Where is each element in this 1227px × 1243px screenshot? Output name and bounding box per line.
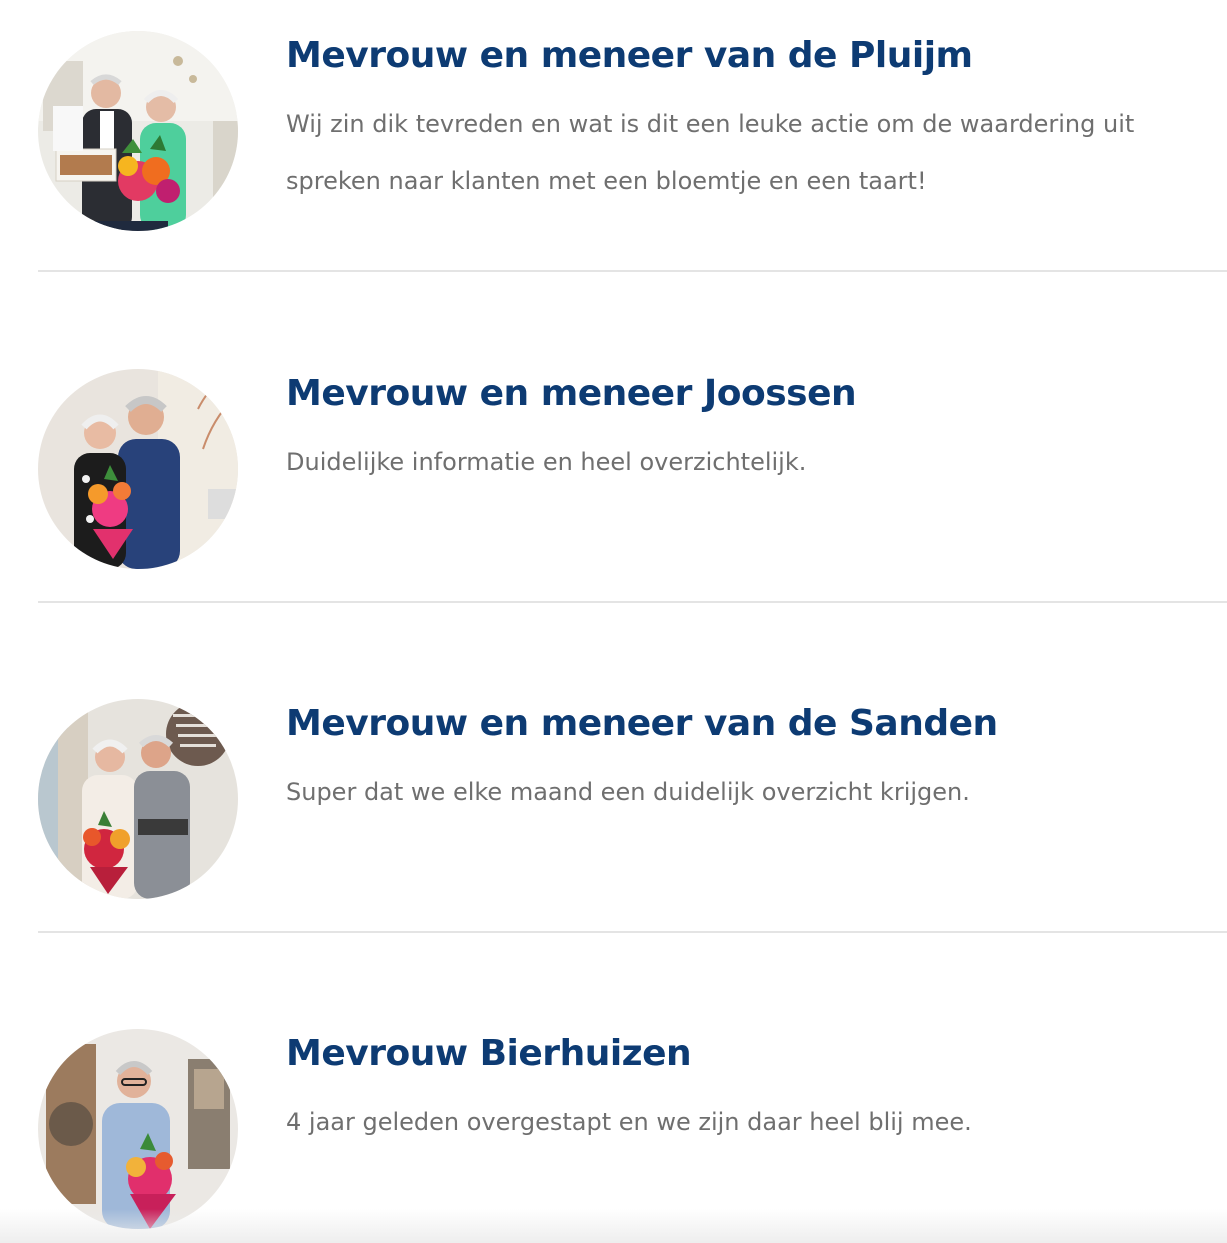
avatar (38, 31, 238, 231)
testimonial-quote: Super dat we elke maand een duidelijk ov… (286, 778, 970, 806)
divider (38, 931, 1227, 933)
testimonial-name: Mevrouw Bierhuizen (286, 1033, 692, 1074)
bottom-fade (0, 1209, 1227, 1243)
testimonial-name: Mevrouw en meneer Joossen (286, 373, 857, 414)
testimonial-quote: Duidelijke informatie en heel overzichte… (286, 448, 807, 476)
testimonial-quote: Wij zin dik tevreden en wat is dit een l… (286, 110, 1135, 195)
testimonial-quote: 4 jaar geleden overgestapt en we zijn da… (286, 1108, 972, 1136)
avatar (38, 1029, 238, 1229)
divider (38, 601, 1227, 603)
avatar (38, 369, 238, 569)
testimonial-name: Mevrouw en meneer van de Sanden (286, 703, 998, 744)
divider (38, 270, 1227, 272)
testimonial-name: Mevrouw en meneer van de Pluijm (286, 35, 973, 76)
avatar (38, 699, 238, 899)
